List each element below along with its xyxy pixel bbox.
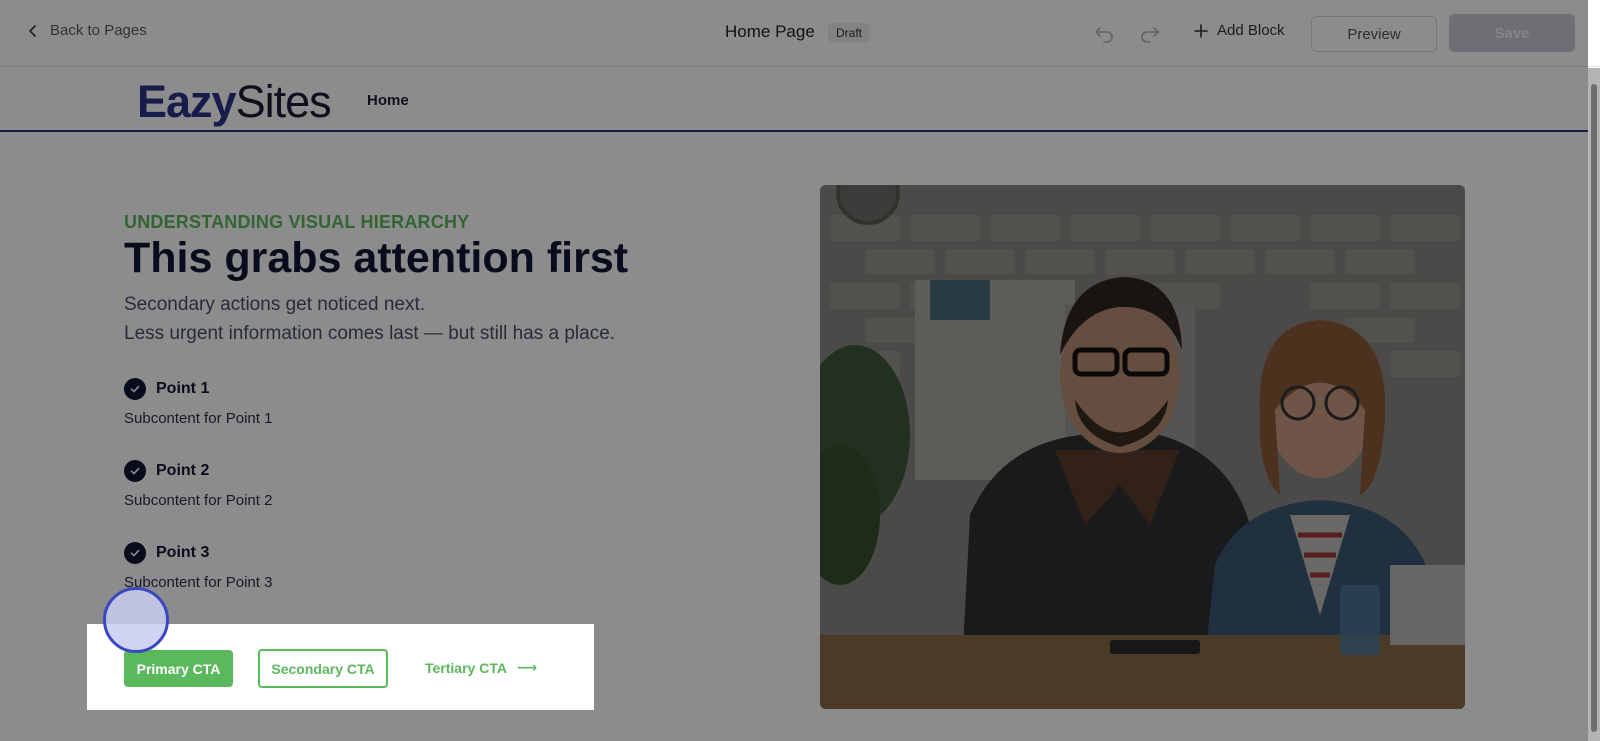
dim-overlay-left	[0, 624, 87, 741]
tertiary-cta-label: Tertiary CTA	[425, 659, 507, 676]
tertiary-cta-link[interactable]: Tertiary CTA ⟶	[425, 659, 537, 676]
secondary-cta-button[interactable]: Secondary CTA	[258, 649, 388, 688]
primary-cta-button[interactable]: Primary CTA	[124, 650, 233, 687]
dim-overlay-right	[594, 624, 1588, 741]
scrollbar-thumb[interactable]	[1591, 84, 1597, 732]
dim-overlay-bottom	[87, 710, 594, 741]
arrow-right-icon: ⟶	[516, 659, 538, 675]
click-cursor-indicator	[103, 587, 169, 653]
dim-overlay-top	[0, 0, 1588, 624]
